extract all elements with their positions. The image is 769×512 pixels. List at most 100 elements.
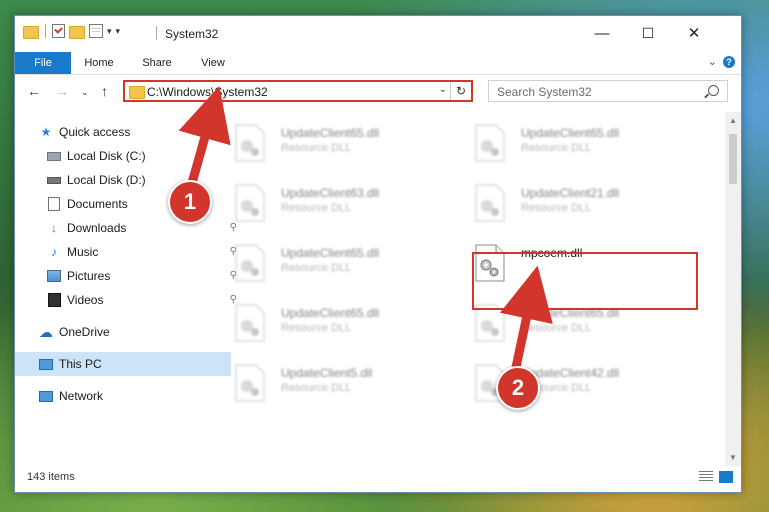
maximize-button[interactable]: ☐ bbox=[625, 16, 671, 50]
sidebar-item-label: Videos bbox=[67, 293, 104, 307]
file-name: UpdateClient21.dll bbox=[521, 186, 620, 200]
sidebar-item-this-pc[interactable]: This PC bbox=[15, 352, 231, 376]
sidebar-item-downloads[interactable]: ↓ Downloads ⚲ bbox=[15, 216, 239, 240]
file-item[interactable]: UpdateClient65.dll Resource DLL bbox=[227, 240, 457, 292]
folder-icon bbox=[23, 25, 39, 39]
forward-icon[interactable]: → bbox=[55, 83, 69, 99]
file-name: UpdateClient63.dll bbox=[281, 186, 380, 200]
tab-file[interactable]: File bbox=[15, 52, 71, 74]
navigation-pane: ★ Quick access Local Disk (C:) Local Dis… bbox=[15, 112, 237, 466]
vertical-scrollbar[interactable]: ▲ ▼ bbox=[725, 112, 741, 466]
dll-file-icon bbox=[235, 364, 265, 402]
dll-file-icon bbox=[475, 124, 505, 162]
sidebar-item-label: Pictures bbox=[67, 269, 111, 283]
sidebar-item-music[interactable]: ♪ Music ⚲ bbox=[15, 240, 239, 264]
network-icon bbox=[39, 389, 53, 403]
customize-qat-icon[interactable]: ▾ bbox=[116, 26, 121, 37]
refresh-icon[interactable]: ↻ bbox=[450, 82, 471, 100]
sidebar-item-local-disk-c[interactable]: Local Disk (C:) bbox=[15, 144, 239, 168]
status-bar: 143 items bbox=[15, 466, 741, 490]
search-box[interactable] bbox=[488, 80, 728, 102]
file-name: UpdateClient65.dll bbox=[281, 306, 380, 320]
dll-file-icon bbox=[235, 184, 265, 222]
file-description: Resource DLL bbox=[521, 202, 592, 214]
file-description: Resource DLL bbox=[521, 142, 592, 154]
address-path[interactable]: C:\Windows\System32 bbox=[147, 85, 268, 99]
title-bar: ▾ ▾ System32 — ☐ ✕ bbox=[15, 16, 741, 52]
new-folder-icon[interactable] bbox=[69, 25, 85, 39]
address-dropdown-icon[interactable]: ⌄ bbox=[439, 84, 447, 95]
file-name: UpdateClient65.dll bbox=[281, 126, 380, 140]
tab-home[interactable]: Home bbox=[77, 52, 121, 74]
scroll-up-icon[interactable]: ▲ bbox=[729, 116, 737, 125]
properties-icon[interactable] bbox=[89, 24, 103, 38]
file-description: Resource DLL bbox=[281, 142, 352, 154]
search-icon[interactable] bbox=[708, 85, 719, 96]
step-marker-1: 1 bbox=[168, 180, 212, 224]
sidebar-item-label: Network bbox=[59, 389, 104, 403]
file-description: Resource DLL bbox=[281, 322, 352, 334]
videos-icon bbox=[47, 293, 61, 307]
address-bar[interactable]: C:\Windows\System32 ⌄ ↻ bbox=[123, 80, 473, 102]
qat-dropdown-icon[interactable]: ▾ bbox=[107, 26, 112, 37]
pictures-icon bbox=[47, 269, 61, 283]
sidebar-item-onedrive[interactable]: ☁ OneDrive bbox=[15, 320, 231, 344]
file-name: UpdateClient5.dll bbox=[281, 366, 373, 380]
sidebar-item-videos[interactable]: Videos ⚲ bbox=[15, 288, 239, 312]
sidebar-item-label: Documents bbox=[67, 197, 128, 211]
details-view-icon[interactable] bbox=[699, 471, 713, 483]
file-description: Resource DLL bbox=[281, 262, 352, 274]
drive-icon bbox=[47, 173, 61, 187]
sidebar-item-label: Quick access bbox=[59, 125, 131, 139]
address-row: ← → ⌄ ↑ C:\Windows\System32 ⌄ ↻ bbox=[15, 76, 741, 108]
help-icon[interactable]: ? bbox=[723, 56, 735, 68]
sidebar-item-label: This PC bbox=[59, 357, 102, 371]
ribbon-tabs: File Home Share View ⌄ ? bbox=[15, 52, 741, 75]
recent-locations-icon[interactable]: ⌄ bbox=[81, 87, 89, 98]
expand-ribbon-icon[interactable]: ⌄ bbox=[708, 55, 717, 68]
close-button[interactable]: ✕ bbox=[671, 16, 717, 50]
dll-file-icon bbox=[235, 244, 265, 282]
scrollbar-thumb[interactable] bbox=[729, 134, 737, 184]
dll-file-icon bbox=[235, 304, 265, 342]
toolbar-divider bbox=[45, 24, 46, 38]
sidebar-item-label: Downloads bbox=[67, 221, 127, 235]
sidebar-item-label: OneDrive bbox=[59, 325, 110, 339]
quick-access-toolbar: ▾ ▾ bbox=[23, 24, 121, 39]
tab-share[interactable]: Share bbox=[135, 52, 179, 74]
sidebar-item-pictures[interactable]: Pictures ⚲ bbox=[15, 264, 239, 288]
back-icon[interactable]: ← bbox=[27, 83, 41, 99]
sidebar-item-label: Music bbox=[67, 245, 99, 259]
large-icons-view-icon[interactable] bbox=[719, 471, 733, 483]
up-icon[interactable]: ↑ bbox=[101, 83, 108, 99]
title-divider bbox=[156, 26, 157, 40]
sidebar-item-label: Local Disk (D:) bbox=[67, 173, 146, 187]
file-description: Resource DLL bbox=[281, 382, 352, 394]
sidebar-item-quick-access[interactable]: ★ Quick access bbox=[15, 120, 231, 144]
file-item[interactable]: UpdateClient5.dll Resource DLL bbox=[227, 360, 457, 412]
properties-check-icon[interactable] bbox=[52, 24, 65, 38]
file-item[interactable]: UpdateClient65.dll Resource DLL bbox=[227, 300, 457, 352]
sidebar-item-network[interactable]: Network bbox=[15, 384, 231, 408]
file-item[interactable]: UpdateClient63.dll Resource DLL bbox=[227, 180, 457, 232]
address-folder-icon bbox=[129, 86, 145, 99]
dll-file-icon bbox=[235, 124, 265, 162]
dll-file-icon bbox=[475, 184, 505, 222]
search-input[interactable] bbox=[495, 84, 699, 100]
file-item[interactable]: UpdateClient21.dll Resource DLL bbox=[467, 180, 697, 232]
minimize-button[interactable]: — bbox=[579, 16, 625, 50]
file-item[interactable]: UpdateClient65.dll Resource DLL bbox=[227, 120, 457, 172]
file-item[interactable]: UpdateClient65.dll Resource DLL bbox=[467, 120, 697, 172]
sidebar-item-label: Local Disk (C:) bbox=[67, 149, 146, 163]
target-file-highlight bbox=[472, 252, 698, 310]
window-title: System32 bbox=[165, 27, 219, 41]
music-icon: ♪ bbox=[51, 245, 57, 259]
documents-icon bbox=[47, 197, 61, 211]
tab-view[interactable]: View bbox=[191, 52, 235, 74]
step-marker-2: 2 bbox=[496, 366, 540, 410]
file-name: UpdateClient65.dll bbox=[281, 246, 380, 260]
scroll-down-icon[interactable]: ▼ bbox=[729, 453, 737, 462]
file-name: UpdateClient65.dll bbox=[521, 126, 620, 140]
cloud-icon: ☁ bbox=[39, 323, 53, 340]
drive-icon bbox=[47, 149, 61, 163]
